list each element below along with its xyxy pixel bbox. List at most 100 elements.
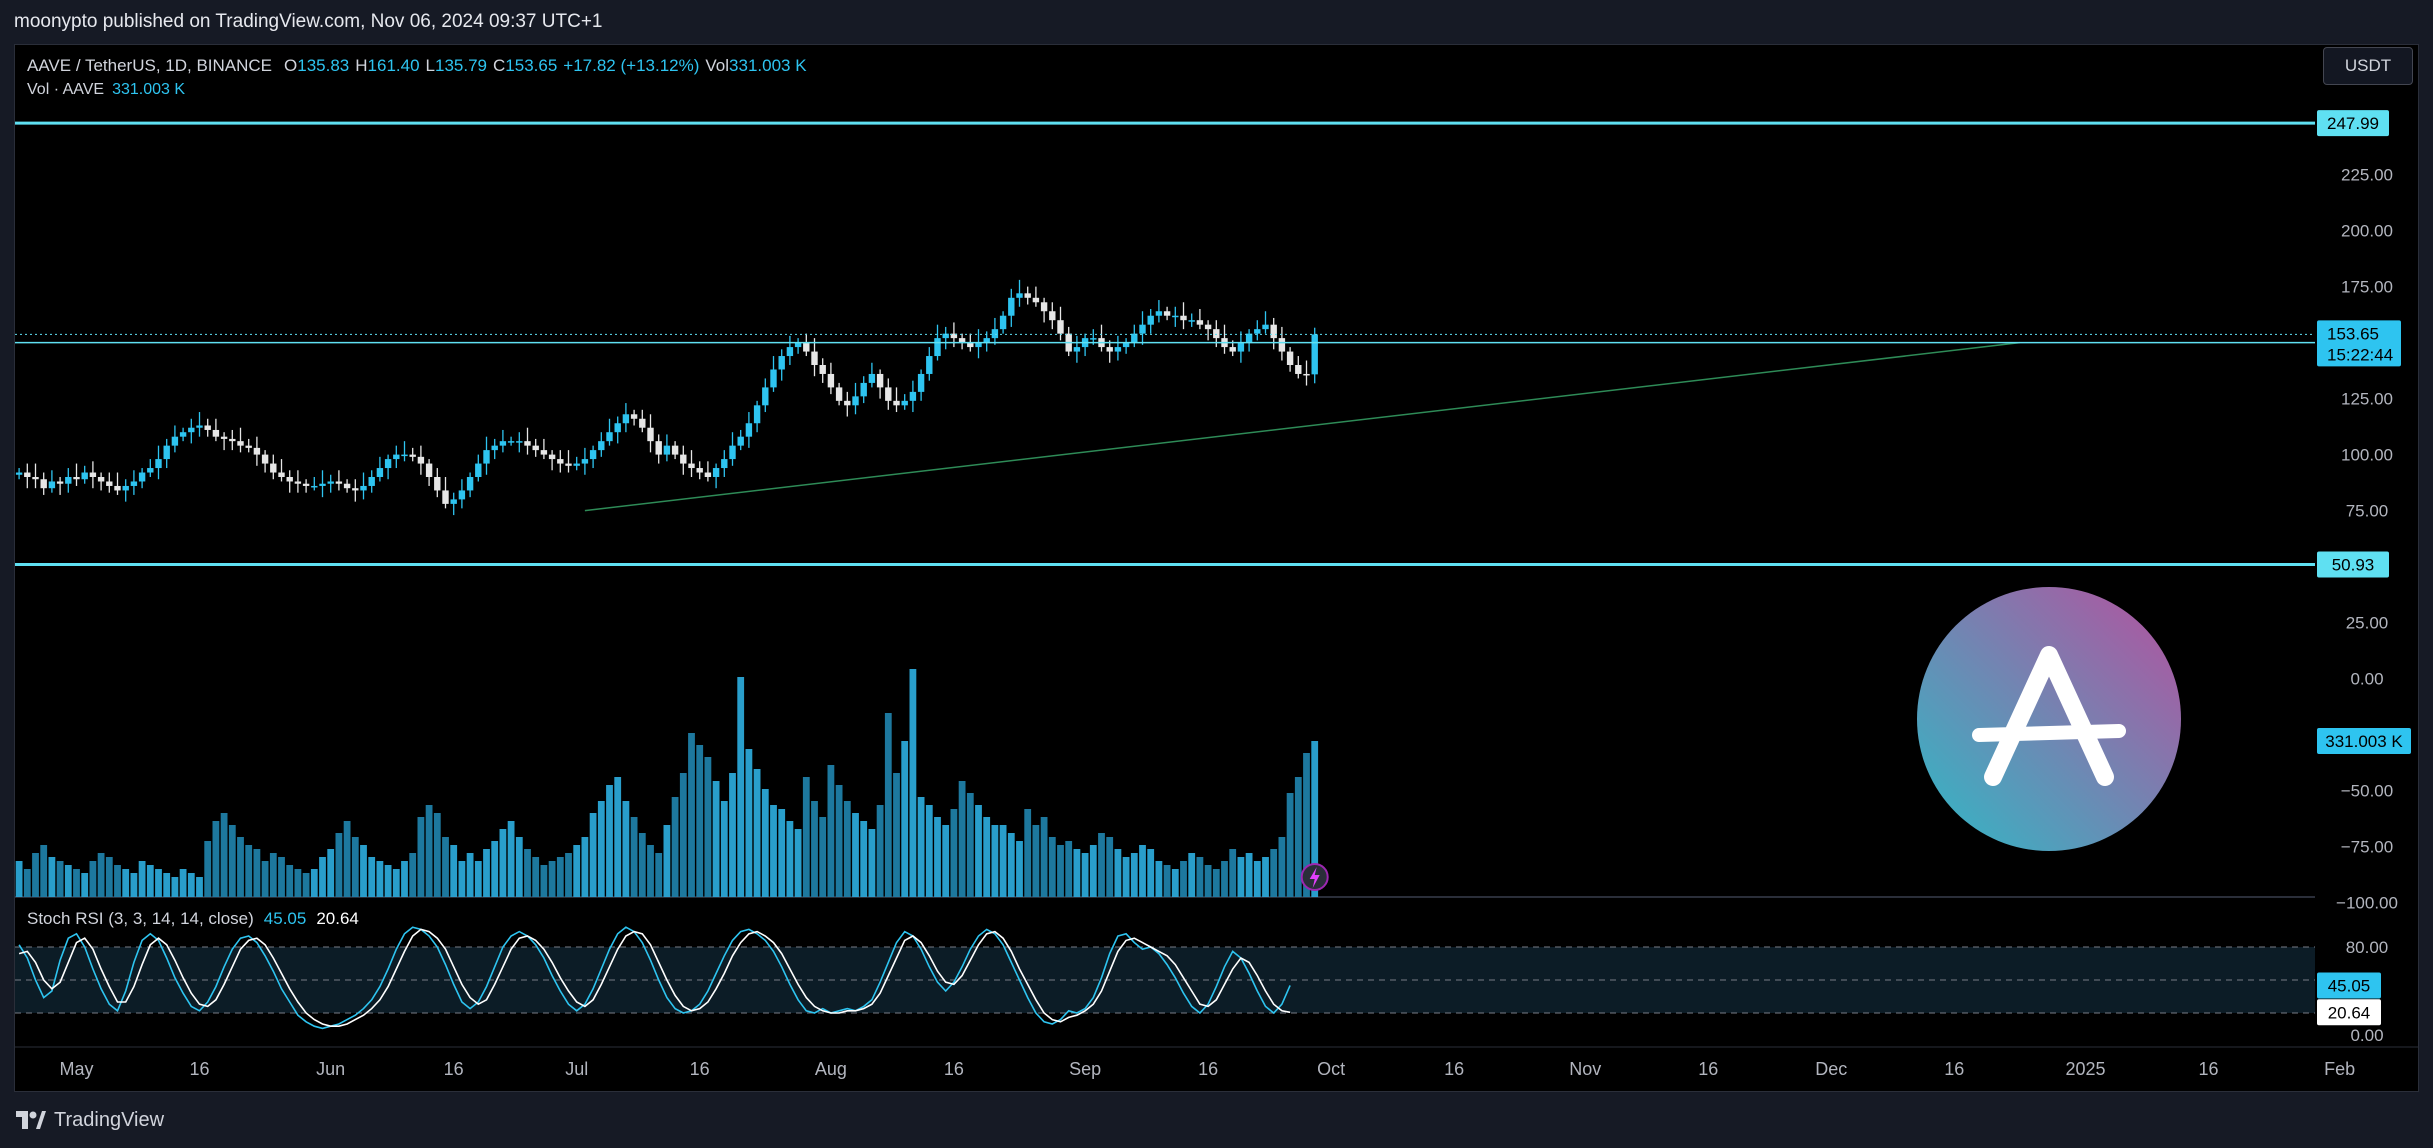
volume-bar (269, 853, 277, 897)
volume-bar (458, 861, 466, 897)
volume-bar (893, 773, 900, 897)
candle (622, 414, 630, 424)
candle (163, 445, 170, 460)
volume-bar (1155, 861, 1163, 897)
volume-bar (548, 861, 556, 897)
stoch-title[interactable]: Stoch RSI (3, 3, 14, 14, close) (27, 909, 254, 929)
candle (360, 485, 367, 491)
price-tick-label: 0.00 (2350, 670, 2383, 689)
volume-bar (40, 845, 48, 897)
candle (122, 485, 129, 491)
volume-bar (15, 861, 23, 897)
volume-legend: Vol · AAVE 331.003 K (27, 79, 807, 101)
candle (696, 468, 703, 473)
aave-logo-icon (1917, 587, 2181, 851)
currency-button[interactable]: USDT (2323, 47, 2413, 85)
volume-bar (827, 765, 835, 897)
volume-bar (384, 865, 392, 897)
candle (434, 477, 441, 491)
tradingview-brand[interactable]: TradingView (16, 1109, 164, 1132)
volume-bar (1048, 837, 1056, 897)
volume-bar (1278, 837, 1286, 897)
candle (1114, 347, 1122, 352)
volume-bar (1016, 841, 1023, 897)
candle (1278, 338, 1286, 352)
price-tick-label: −50.00 (2341, 782, 2393, 801)
volume-bar (966, 793, 974, 897)
high-value: 161.40 (367, 56, 420, 75)
volume-bar (466, 853, 474, 897)
candle (885, 387, 892, 401)
candle (639, 418, 646, 428)
volume-bar (1286, 793, 1294, 897)
candle (196, 425, 203, 428)
volume-bar (901, 741, 909, 897)
open-label: O (284, 56, 298, 75)
candle (1303, 373, 1310, 376)
candle (778, 356, 785, 370)
candle (32, 477, 39, 480)
candle (671, 445, 679, 455)
volume-bar (1139, 845, 1146, 897)
tradingview-logo-icon (16, 1111, 46, 1129)
price-tick-label: 25.00 (2346, 614, 2389, 633)
time-tick-label: 16 (1944, 1059, 1964, 1079)
candle (499, 441, 507, 446)
candle (901, 400, 908, 406)
candle (278, 472, 285, 477)
candle (1057, 320, 1064, 334)
candle (991, 329, 999, 339)
candle (229, 438, 236, 442)
volume-bar (1081, 853, 1089, 897)
candle (1106, 347, 1113, 352)
price-tick-label: 125.00 (2341, 390, 2393, 409)
volume-bar (138, 861, 146, 897)
chart-area[interactable]: 225.00200.00175.00150.00125.00100.0075.0… (14, 44, 2419, 1092)
volume-bar (770, 805, 777, 897)
candle (1139, 324, 1146, 334)
volume-bar (696, 745, 704, 897)
volume-bar (442, 837, 449, 897)
volume-bar (433, 813, 441, 897)
candle (1155, 311, 1163, 316)
candle (442, 490, 449, 504)
volume-bar (860, 821, 868, 897)
volume-bar (794, 829, 802, 897)
close-label: C (493, 56, 506, 75)
time-tick-label: Sep (1069, 1059, 1101, 1079)
candle (475, 463, 482, 477)
volume-bar (671, 797, 679, 897)
candle (1229, 347, 1236, 352)
volume-bar (1262, 857, 1269, 897)
candle (1245, 333, 1253, 343)
symbol-label[interactable]: AAVE / TetherUS, 1D, BINANCE (27, 56, 272, 76)
volume-bar (64, 865, 72, 897)
candle (860, 382, 867, 397)
candle (106, 481, 113, 486)
volume-bar (401, 861, 408, 897)
time-tick-label: Jun (316, 1059, 345, 1079)
candle (401, 454, 408, 457)
candle (909, 391, 917, 401)
candle (89, 472, 97, 477)
volume-bar (720, 801, 728, 897)
candle (770, 369, 777, 388)
candle (1073, 347, 1081, 352)
candle (876, 373, 884, 388)
volume-bar (499, 829, 507, 897)
candle (1237, 342, 1245, 352)
candle (606, 432, 613, 442)
volume-bar (32, 853, 39, 897)
volume-bar (737, 677, 745, 897)
volume-bar (958, 781, 966, 897)
candle (1131, 333, 1138, 343)
candle (384, 459, 392, 469)
candle (458, 490, 466, 500)
volume-bar (310, 869, 318, 897)
chart-svg[interactable]: 225.00200.00175.00150.00125.00100.0075.0… (15, 45, 2419, 1092)
volume-bar (991, 825, 999, 897)
candle (56, 481, 64, 484)
candle (704, 472, 712, 477)
candle (1270, 324, 1277, 339)
volume-bar (1253, 861, 1261, 897)
